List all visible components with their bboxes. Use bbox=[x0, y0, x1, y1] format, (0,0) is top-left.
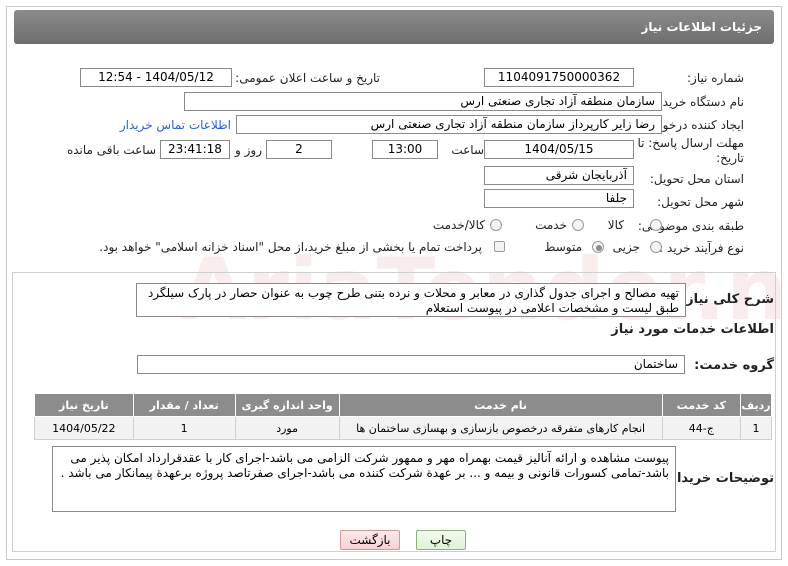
summary-textarea[interactable]: تهیه مصالح و اجرای جدول گذاری در معابر و… bbox=[136, 283, 686, 317]
cell-service-code: ج-44 bbox=[661, 416, 742, 440]
buyer-contact-link[interactable]: اطلاعات تماس خریدار bbox=[120, 118, 231, 132]
deadline-label-date: تاریخ: bbox=[716, 151, 744, 165]
buyer-notes-label: توضیحات خریدار: bbox=[664, 471, 774, 486]
deadline-date-field: 1404/05/15 bbox=[484, 140, 634, 159]
print-button[interactable]: چاپ bbox=[416, 530, 466, 550]
col-quantity: تعداد / مقدار bbox=[132, 393, 236, 417]
need-number-field: 1104091750000362 bbox=[484, 68, 634, 87]
service-group-field: ساختمان bbox=[137, 355, 685, 374]
col-row-number: ردیف bbox=[740, 393, 772, 417]
time-label: ساعت bbox=[451, 143, 484, 157]
back-button[interactable]: بازگشت bbox=[340, 530, 400, 550]
category-radio-service[interactable] bbox=[572, 219, 584, 231]
process-option-minor: جزیی bbox=[612, 240, 640, 254]
buyer-org-label: نام دستگاه خریدار: bbox=[649, 95, 745, 109]
col-service-code: کد خدمت bbox=[661, 393, 742, 417]
services-section-title: اطلاعات خدمات مورد نیاز bbox=[611, 322, 774, 337]
city-field: جلفا bbox=[484, 189, 634, 208]
treasury-payment-checkbox[interactable] bbox=[494, 241, 505, 252]
deadline-time-field: 13:00 bbox=[372, 140, 438, 159]
col-unit: واحد اندازه گیری bbox=[234, 393, 340, 417]
process-radio-medium[interactable] bbox=[592, 241, 604, 253]
days-count-field: 2 bbox=[266, 140, 332, 159]
service-group-label: گروه خدمت: bbox=[694, 358, 774, 373]
summary-label: شرح کلی نیاز: bbox=[680, 292, 774, 307]
category-option-service: خدمت bbox=[535, 218, 567, 232]
services-table: ردیف کد خدمت نام خدمت واحد اندازه گیری ت… bbox=[34, 393, 772, 440]
need-number-label: شماره نیاز: bbox=[687, 71, 744, 85]
treasury-payment-note: پرداخت تمام یا بخشی از مبلغ خرید،از محل … bbox=[99, 240, 482, 254]
table-row: 1 ج-44 انجام کارهای متفرقه درخصوص بازساز… bbox=[34, 416, 772, 440]
process-type-label: نوع فرآیند خرید : bbox=[659, 241, 744, 255]
remaining-label: ساعت باقی مانده bbox=[66, 143, 156, 157]
buyer-notes-textarea[interactable]: پیوست مشاهده و ارائه آنالیز قیمت بهمراه … bbox=[52, 446, 676, 512]
city-label: شهر محل تحویل: bbox=[657, 195, 744, 209]
announce-label: تاریخ و ساعت اعلان عمومی: bbox=[235, 71, 380, 85]
province-label: استان محل تحویل: bbox=[649, 172, 744, 186]
process-option-medium: متوسط bbox=[544, 240, 582, 254]
cell-unit: مورد bbox=[234, 416, 340, 440]
col-service-name: نام خدمت bbox=[338, 393, 663, 417]
col-need-date: تاریخ نیاز bbox=[34, 393, 134, 417]
announce-date-field: 1404/05/12 - 12:54 bbox=[80, 68, 232, 87]
page-title: جزئیات اطلاعات نیاز bbox=[14, 10, 774, 44]
cell-quantity: 1 bbox=[132, 416, 236, 440]
table-header-row: ردیف کد خدمت نام خدمت واحد اندازه گیری ت… bbox=[34, 393, 772, 417]
buyer-org-field: سازمان منطقه آزاد تجاری صنعتی ارس bbox=[184, 92, 662, 111]
category-radio-goods-service[interactable] bbox=[490, 219, 502, 231]
deadline-label: مهلت ارسال پاسخ: تا bbox=[637, 136, 744, 150]
category-option-goods: کالا bbox=[607, 218, 624, 232]
cell-need-date: 1404/05/22 bbox=[34, 416, 134, 440]
cell-service-name: انجام کارهای متفرقه درخصوص بازسازی و بهس… bbox=[338, 416, 663, 440]
days-label: روز و bbox=[235, 143, 262, 157]
province-field: آذربایجان شرقی bbox=[484, 166, 634, 185]
cell-row-number: 1 bbox=[740, 416, 772, 440]
category-option-goods-service: کالا/خدمت bbox=[432, 218, 485, 232]
category-radio-goods[interactable] bbox=[650, 219, 662, 231]
remaining-time-field: 23:41:18 bbox=[160, 140, 230, 159]
requester-field: رضا زایر کارپرداز سازمان منطقه آزاد تجار… bbox=[236, 115, 662, 134]
process-radio-minor[interactable] bbox=[650, 241, 662, 253]
